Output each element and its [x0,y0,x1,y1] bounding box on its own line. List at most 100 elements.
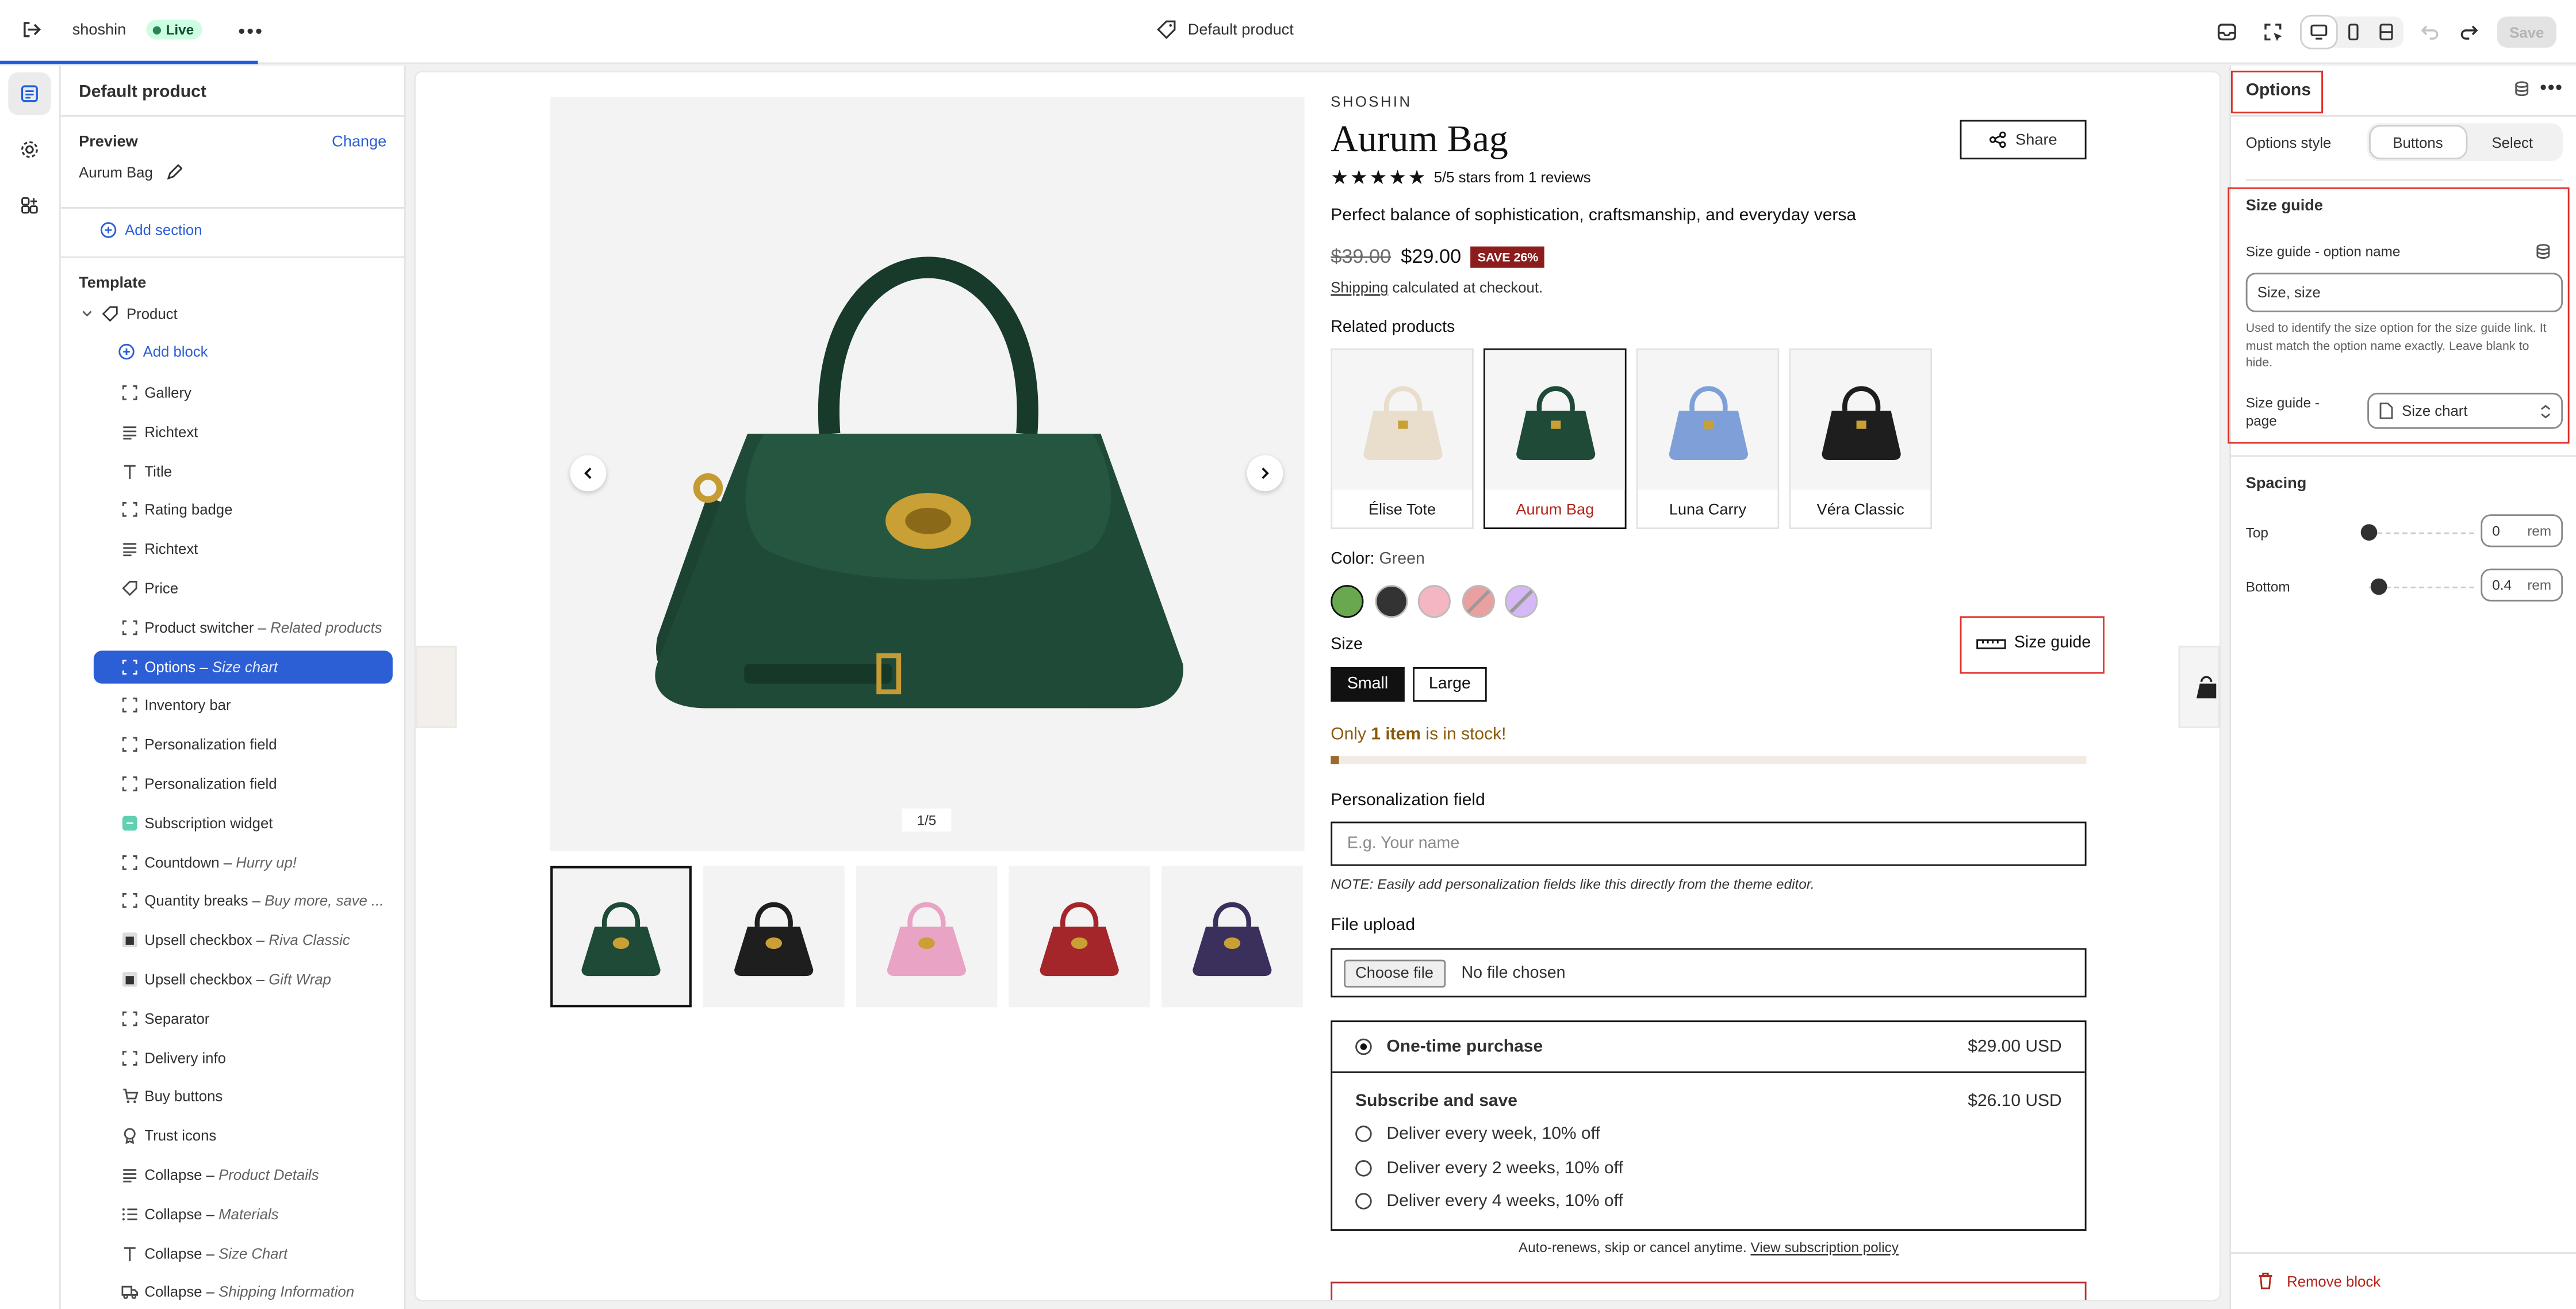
size-small-button[interactable]: Small [1331,667,1405,702]
color-swatch[interactable] [1417,585,1451,618]
more-actions-icon[interactable]: ••• [2540,75,2563,98]
block-item[interactable]: Separator [94,1002,393,1035]
edit-pencil-icon[interactable] [166,164,183,181]
sections-icon[interactable] [8,72,51,115]
related-product-card[interactable]: Aurum Bag [1483,348,1627,529]
preview-product[interactable]: Aurum Bag [79,164,183,181]
add-section-label: Add section [125,221,202,239]
more-actions-icon[interactable]: ••• [238,20,264,43]
block-item[interactable]: Countdown – Hurry up! [94,845,393,878]
option-name-input[interactable]: Size, size [2245,273,2563,312]
block-item[interactable]: Quantity breaks – Buy more, save ... [94,885,393,917]
choose-file-button[interactable]: Choose file [1344,959,1445,987]
delivery-option[interactable]: Deliver every 4 weeks, 10% off [1355,1191,1623,1211]
block-item[interactable]: Collapse – Size Chart [94,1237,393,1269]
buy-buttons-peek[interactable] [1331,1281,2087,1300]
gallery-prev-button[interactable] [570,455,607,492]
related-product-card[interactable]: Véra Classic [1789,348,1932,529]
related-product-card[interactable]: Luna Carry [1636,348,1780,529]
block-item[interactable]: Collapse – Product Details [94,1158,393,1191]
block-item[interactable]: Gallery [94,376,393,409]
radio-selected-icon[interactable] [1355,1038,1372,1055]
gallery-thumbnail[interactable] [1162,866,1303,1008]
radio-unselected-icon[interactable] [1355,1193,1372,1210]
inbox-icon[interactable] [2216,21,2237,43]
block-item[interactable]: Options – Size chart [93,650,393,683]
block-item[interactable]: Subscription widget [94,806,393,839]
remove-block-button[interactable]: Remove block [2257,1272,2380,1289]
style-buttons-tab[interactable]: Buttons [2370,127,2466,158]
color-swatch[interactable] [1374,585,1408,618]
block-item[interactable]: Product switcher – Related products [94,611,393,644]
database-icon[interactable] [2513,81,2530,102]
block-item[interactable]: Richtext [94,415,393,448]
mobile-icon[interactable] [2336,17,2370,48]
shipping-link[interactable]: Shipping [1331,280,1388,296]
block-item[interactable]: Personalization field [94,728,393,761]
size-large-button[interactable]: Large [1413,667,1487,702]
color-swatch[interactable] [1461,585,1494,618]
block-item[interactable]: Upsell checkbox – Riva Classic [94,924,393,956]
gallery-thumbnail[interactable] [703,866,845,1008]
block-item-separator: – [219,853,236,871]
share-button[interactable]: Share [1960,120,2087,160]
personalization-input[interactable]: E.g. Your name [1331,821,2087,866]
current-price: $29.00 [1401,244,1462,268]
block-item-separator: – [202,1245,219,1262]
subscription-policy-link[interactable]: View subscription policy [1751,1239,1899,1256]
gallery-thumbnail[interactable] [856,866,998,1008]
exit-icon[interactable] [20,18,43,41]
gallery-thumbnail[interactable] [550,866,692,1008]
block-item[interactable]: Inventory bar [94,689,393,722]
block-item[interactable]: Rating badge [94,493,393,526]
fullwidth-icon[interactable] [2370,17,2404,48]
change-link[interactable]: Change [332,133,386,151]
block-item[interactable]: Title [94,454,393,487]
block-item[interactable]: Trust icons [94,1119,393,1152]
block-item[interactable]: Upsell checkbox – Gift Wrap [94,963,393,996]
add-section-button[interactable]: Add section [100,221,202,239]
one-time-option[interactable]: One-time purchase $29.00 USD [1332,1022,2085,1073]
block-item[interactable]: Personalization field [94,767,393,800]
size-guide-page-select[interactable]: Size chart [2367,392,2563,429]
top-spacing-knob[interactable] [2360,524,2378,541]
save-button[interactable]: Save [2497,16,2556,48]
block-item[interactable]: Richtext [94,533,393,565]
bottom-spacing-input[interactable]: 0.4 rem [2481,568,2563,602]
top-spacing-track[interactable] [2369,532,2474,534]
divider [2245,179,2563,181]
bottom-spacing-knob[interactable] [2371,578,2388,595]
delivery-option[interactable]: Deliver every week, 10% off [1355,1124,1600,1144]
radio-unselected-icon[interactable] [1355,1126,1372,1142]
delivery-option[interactable]: Deliver every 2 weeks, 10% off [1355,1158,1623,1177]
tree-product[interactable]: Product [80,305,178,322]
top-spacing-input[interactable]: 0 rem [2481,514,2563,548]
subscribe-header[interactable]: Subscribe and save $26.10 USD [1355,1091,2062,1111]
block-item[interactable]: Buy buttons [94,1080,393,1113]
add-block-label: Add block [143,343,208,360]
color-swatch[interactable] [1331,585,1364,618]
block-item[interactable]: Collapse – Shipping Information [94,1276,393,1308]
block-item[interactable]: Collapse – Materials [94,1197,393,1230]
related-product-card[interactable]: Élise Tote [1331,348,1474,529]
gallery-thumbnail[interactable] [1009,866,1150,1008]
block-item[interactable]: Delivery info [94,1041,393,1074]
size-guide-link[interactable]: Size guide [1976,634,2091,652]
block-item[interactable]: Price [94,572,393,604]
undo-icon[interactable] [2420,21,2440,41]
redo-icon[interactable] [2459,21,2479,41]
inspect-icon[interactable] [2262,21,2283,43]
settings-gear-icon[interactable] [8,128,51,171]
apps-icon[interactable] [8,184,51,227]
product-tagline: Perfect balance of sophistication, craft… [1331,205,1857,225]
page-selector[interactable]: Default product [1156,20,1294,39]
gallery-next-button[interactable] [1247,455,1283,492]
radio-unselected-icon[interactable] [1355,1159,1372,1176]
desktop-icon[interactable] [2301,16,2336,48]
dynamic-source-icon[interactable] [2535,243,2552,265]
color-swatch[interactable] [1505,585,1538,618]
style-select-tab[interactable]: Select [2465,127,2559,158]
add-block-button[interactable]: Add block [118,343,208,360]
chevron-down-icon[interactable] [80,307,94,320]
store-name: shoshin [72,21,126,40]
